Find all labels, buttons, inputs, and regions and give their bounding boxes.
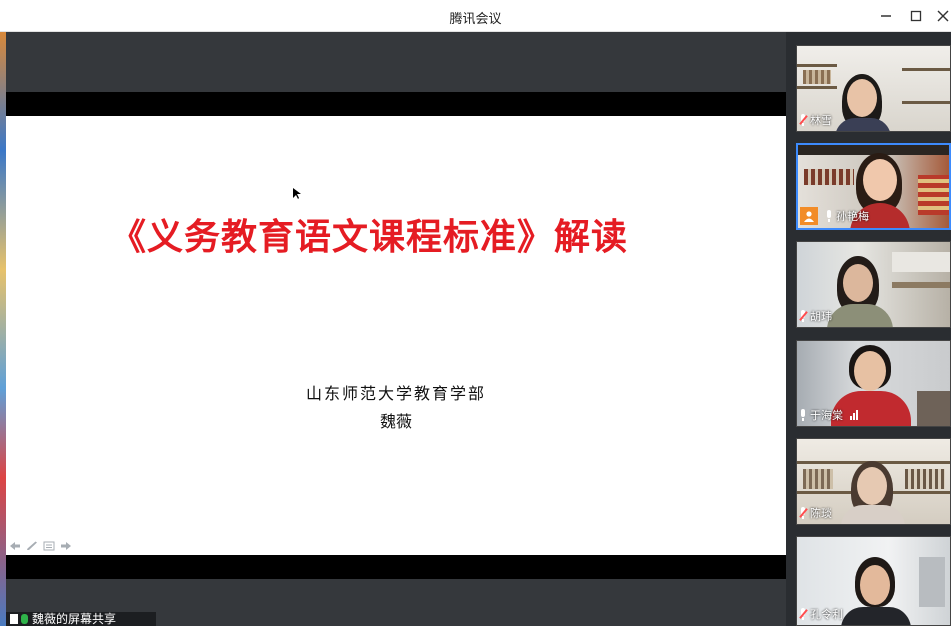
mic-muted-icon	[799, 507, 808, 519]
menu-icon[interactable]	[42, 540, 56, 552]
participant-tile[interactable]: 孙艳梅	[796, 143, 951, 230]
mic-muted-icon	[799, 310, 808, 322]
participant-tile[interactable]: 林雪	[796, 45, 951, 132]
participant-name: 于海棠	[810, 409, 843, 422]
participant-nameplate: 陈琰	[799, 505, 832, 521]
slide-toolbar	[8, 540, 73, 552]
participant-nameplate: 胡玮	[799, 308, 832, 324]
window-title: 腾讯会议	[449, 12, 502, 27]
participant-tile[interactable]: 于海棠	[796, 340, 951, 427]
participant-nameplate: 孙艳梅	[800, 207, 869, 225]
next-arrow-icon[interactable]	[59, 540, 73, 552]
participant-name: 孔令利	[810, 608, 843, 621]
slide-presenter: 魏薇	[379, 412, 412, 431]
participant-name: 林雪	[810, 114, 832, 127]
mic-icon	[799, 409, 807, 421]
slide-title: 《义务教育语文课程标准》解读	[110, 217, 629, 258]
participant-nameplate: 于海棠	[799, 407, 858, 423]
participant-name: 孙艳梅	[836, 210, 869, 223]
participant-nameplate: 孔令利	[799, 606, 843, 622]
participant-tile[interactable]: 胡玮	[796, 241, 951, 328]
pen-icon[interactable]	[25, 540, 39, 552]
close-icon[interactable]	[932, 6, 951, 26]
mic-icon	[825, 210, 833, 222]
host-badge-icon	[800, 207, 818, 225]
share-label-text: 魏薇的屏幕共享	[32, 612, 117, 626]
mouse-cursor-icon	[293, 188, 301, 203]
share-indicator-icon	[10, 614, 18, 624]
speaking-level-icon	[850, 410, 858, 420]
participant-tile[interactable]: 孔令利	[796, 536, 951, 626]
mic-muted-icon	[799, 608, 808, 620]
title-bar: 腾讯会议	[0, 0, 951, 32]
prev-arrow-icon[interactable]	[8, 540, 22, 552]
mic-muted-icon	[799, 114, 808, 126]
participant-nameplate: 林雪	[799, 112, 832, 128]
letterbox-top	[6, 92, 786, 116]
participant-name: 胡玮	[810, 310, 832, 323]
maximize-icon[interactable]	[905, 6, 927, 26]
mic-icon	[21, 614, 28, 624]
presentation-slide: 《义务教育语文课程标准》解读 山东师范大学教育学部 魏薇	[6, 116, 786, 555]
participant-name: 陈琰	[810, 507, 832, 520]
minimize-icon[interactable]	[875, 6, 897, 26]
slide-subtitle: 山东师范大学教育学部	[305, 384, 486, 403]
screen-share-label: 魏薇的屏幕共享	[6, 612, 156, 626]
letterbox-bottom	[6, 555, 786, 579]
participant-tile[interactable]: 陈琰	[796, 438, 951, 525]
